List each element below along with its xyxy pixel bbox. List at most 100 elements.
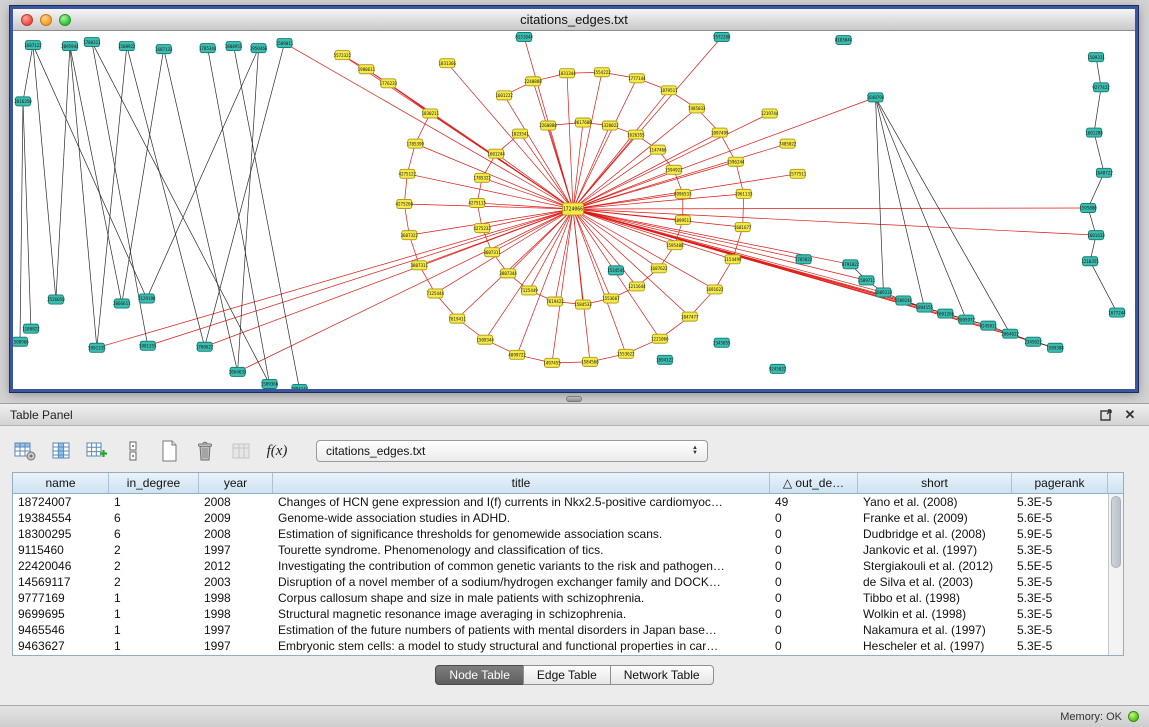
graph-node[interactable]: 1879511: [660, 86, 678, 95]
graph-node[interactable]: 4275115: [468, 198, 486, 207]
graph-node[interactable]: 2064622: [1001, 329, 1019, 338]
float-panel-icon[interactable]: [1097, 407, 1115, 423]
graph-node[interactable]: 5572322: [334, 51, 352, 60]
row-options-icon[interactable]: [120, 439, 146, 463]
graph-node[interactable]: 1780311: [83, 38, 101, 47]
graph-node[interactable]: 4099722: [508, 350, 526, 359]
graph-node[interactable]: 1776233: [380, 79, 398, 88]
graph-node[interactable]: 2095944: [61, 42, 79, 51]
graph-node[interactable]: 1823541: [511, 129, 529, 138]
graph-node[interactable]: 1777144: [628, 74, 646, 83]
table-row[interactable]: 946362711997Embryonic stem cells: a mode…: [13, 638, 1108, 654]
graph-node[interactable]: 7125449: [520, 286, 538, 295]
graph-node[interactable]: 1509311: [1087, 53, 1105, 62]
graph-node[interactable]: 5901355: [139, 341, 157, 350]
graph-node[interactable]: 1894122: [656, 355, 674, 364]
graph-node[interactable]: 1508966: [13, 337, 29, 346]
graph-node[interactable]: 9245011: [979, 321, 997, 330]
graph-node[interactable]: 1677244: [1108, 308, 1126, 317]
graph-node[interactable]: 1508922: [118, 42, 136, 51]
table-row[interactable]: 911546021997Tourette syndrome. Phenomeno…: [13, 542, 1108, 558]
graph-node[interactable]: 1595488: [666, 241, 684, 250]
graph-node[interactable]: 2016350: [14, 97, 32, 106]
graph-node[interactable]: 1554222: [593, 68, 611, 77]
table-mode-icon[interactable]: [12, 439, 38, 463]
graph-node[interactable]: 4275122: [399, 169, 417, 178]
graph-node[interactable]: 1497455: [543, 358, 561, 367]
graph-node[interactable]: 2526050: [47, 295, 65, 304]
graph-node[interactable]: 1553667: [602, 294, 620, 303]
graph-node[interactable]: 1961133: [735, 189, 753, 198]
graph-node[interactable]: 1601288: [1085, 128, 1103, 137]
graph-node[interactable]: 1509011: [276, 39, 294, 48]
import-table-icon[interactable]: [228, 439, 254, 463]
table-row[interactable]: 1830029562008Estimation of significance …: [13, 526, 1108, 542]
graph-node[interactable]: 1584533: [574, 300, 592, 309]
tab-node-table[interactable]: Node Table: [435, 665, 524, 685]
zoom-window-button[interactable]: [59, 14, 71, 26]
graph-node[interactable]: 1785344: [199, 44, 217, 53]
network-graph[interactable]: 1823541160124417853224275115427523336073…: [13, 31, 1135, 389]
graph-node[interactable]: 1584566: [581, 357, 599, 366]
graph-node[interactable]: 1601633: [1087, 231, 1105, 240]
graph-node[interactable]: 1509388: [1046, 343, 1064, 352]
graph-node[interactable]: 1601244: [487, 149, 505, 158]
graph-node[interactable]: 1785822: [795, 255, 813, 264]
graph-node[interactable]: 1210355: [1081, 257, 1099, 266]
graph-node[interactable]: 3607311: [483, 248, 501, 257]
graph-node[interactable]: 1180822: [22, 324, 40, 333]
graph-node[interactable]: 9617688: [574, 118, 592, 127]
graph-node[interactable]: 2345055: [713, 338, 731, 347]
graph-node[interactable]: 3807344: [499, 269, 517, 278]
tab-network-table[interactable]: Network Table: [610, 665, 714, 685]
graph-node[interactable]: 1980611: [358, 65, 376, 74]
close-window-button[interactable]: [21, 14, 33, 26]
table-row[interactable]: 1872400712008Changes of HCN gene express…: [13, 494, 1108, 510]
delete-table-icon[interactable]: [192, 439, 218, 463]
graph-node[interactable]: 8183044: [835, 36, 853, 45]
graph-node[interactable]: 1320022: [601, 121, 619, 130]
table-row[interactable]: 2242004622012Investigating the contribut…: [13, 558, 1108, 574]
graph-node[interactable]: 2240888: [524, 77, 542, 86]
graph-node[interactable]: 1648794: [867, 93, 885, 102]
select-columns-icon[interactable]: [48, 439, 74, 463]
graph-node[interactable]: 1553622: [617, 349, 635, 358]
network-canvas[interactable]: 1823541160124417853224275115427523336073…: [13, 31, 1135, 389]
graph-node[interactable]: 1601266: [937, 309, 955, 318]
column-header-out_degree[interactable]: △ out_de…: [770, 473, 858, 493]
graph-node[interactable]: 1780622: [196, 342, 214, 351]
graph-node[interactable]: 1831366: [438, 59, 456, 68]
column-header-title[interactable]: title: [273, 473, 770, 493]
graph-node[interactable]: 4275233: [473, 224, 491, 233]
graph-node[interactable]: 5572288: [713, 33, 731, 42]
new-table-icon[interactable]: [156, 439, 182, 463]
table-row[interactable]: 1938455462009Genome-wide association stu…: [13, 510, 1108, 526]
column-header-name[interactable]: name: [13, 473, 109, 493]
graph-node[interactable]: 1221066: [651, 334, 669, 343]
graph-node[interactable]: 1830211: [421, 109, 439, 118]
graph-node[interactable]: 7485022: [779, 139, 797, 148]
graph-node[interactable]: 1594922: [665, 165, 683, 174]
graph-node[interactable]: 1596244: [727, 157, 745, 166]
graph-hub-node[interactable]: 1724066: [563, 203, 584, 215]
graph-node[interactable]: 3607322: [400, 231, 418, 240]
graph-node[interactable]: 8791822: [842, 260, 860, 269]
table-vertical-scrollbar[interactable]: [1108, 494, 1123, 655]
graph-node[interactable]: 1691622: [706, 285, 724, 294]
column-header-in_degree[interactable]: in_degree: [109, 473, 199, 493]
graph-node[interactable]: 1626355: [627, 130, 645, 139]
graph-node[interactable]: 1601677: [734, 223, 752, 232]
graph-node[interactable]: 7619411: [448, 314, 466, 323]
graph-node[interactable]: 7125444: [426, 289, 444, 298]
graph-node[interactable]: 1219744: [761, 109, 779, 118]
graph-node[interactable]: 8131044: [515, 33, 533, 42]
graph-node[interactable]: 2260888: [539, 121, 557, 130]
table-selector-dropdown[interactable]: citations_edges.txt ▲▼: [316, 440, 708, 462]
graph-node[interactable]: 4275266: [396, 199, 414, 208]
graph-node[interactable]: 1534545: [607, 266, 625, 275]
graph-node[interactable]: 2345022: [1024, 337, 1042, 346]
graph-node[interactable]: 8996533: [674, 189, 692, 198]
graph-node[interactable]: 1687122: [24, 41, 42, 50]
function-builder-icon[interactable]: f(x): [264, 439, 290, 463]
graph-node[interactable]: 1687622: [650, 264, 668, 273]
